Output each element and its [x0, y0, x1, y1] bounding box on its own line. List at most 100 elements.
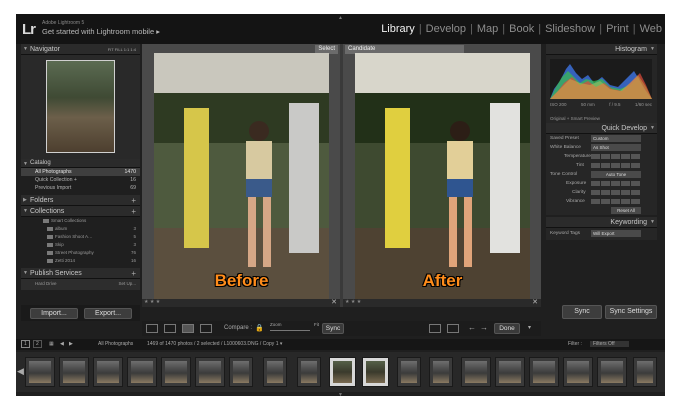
next-arrow-icon[interactable]: → — [480, 323, 488, 332]
filmstrip-source[interactable]: All Photographs — [98, 341, 133, 347]
toolbar-menu-icon[interactable]: ▾ — [528, 324, 531, 331]
quick-develop-header[interactable]: Quick Develop ▼ — [546, 123, 657, 134]
navigator-preview[interactable] — [21, 55, 140, 159]
module-map[interactable]: Map — [474, 23, 501, 35]
saved-preset-select[interactable]: Custom — [591, 135, 641, 142]
candidate-pane[interactable]: Candidate After ★ ★ ★ ✕ — [343, 44, 541, 307]
previous-arrow-icon[interactable]: ← — [468, 323, 476, 332]
histogram-header[interactable]: Histogram ▼ — [546, 44, 657, 55]
add-collection-icon[interactable]: + — [131, 207, 136, 216]
filmstrip-thumb[interactable] — [495, 357, 525, 387]
keywording-header[interactable]: Keywording ▼ — [546, 217, 657, 228]
select-pane[interactable]: Select Before ★ ★ ★ ✕ — [142, 44, 340, 307]
sync-settings-button[interactable]: Sync Settings — [605, 305, 657, 319]
filmstrip-thumb[interactable] — [563, 357, 593, 387]
auto-tone-button[interactable]: Auto Tone — [591, 171, 641, 178]
back-icon[interactable]: ◀ — [60, 341, 64, 347]
filmstrip-thumb[interactable] — [25, 357, 55, 387]
select-photo[interactable]: Before — [154, 53, 329, 300]
filmstrip-thumb[interactable] — [461, 357, 491, 387]
folders-header[interactable]: ▶ Folders + — [21, 195, 140, 206]
navigator-zoom-controls[interactable]: FIT FILL 1:1 1:4 — [108, 47, 136, 52]
collections-header[interactable]: ▼ Collections + — [21, 206, 140, 217]
filmstrip-left-arrow-icon[interactable]: ◀ — [17, 366, 24, 377]
filter-select[interactable]: Filters Off — [590, 341, 629, 347]
candidate-photo[interactable]: After — [355, 53, 530, 300]
module-slideshow[interactable]: Slideshow — [542, 23, 598, 35]
collection-item-album[interactable]: album 3 — [21, 225, 140, 233]
rating-stars[interactable]: ★ ★ ★ — [345, 299, 361, 305]
collection-item-zetti-2014[interactable]: Zetti 2014 16 — [21, 257, 140, 265]
done-button[interactable]: Done — [494, 323, 520, 334]
temperature-stepper[interactable] — [591, 154, 640, 159]
survey-view-icon[interactable] — [200, 324, 212, 333]
filmstrip-thumb[interactable] — [297, 357, 321, 387]
filmstrip-thumb[interactable] — [529, 357, 559, 387]
navigator-header[interactable]: ▼ Navigator FIT FILL 1:1 1:4 — [21, 44, 140, 55]
page-1-button[interactable]: 1 — [21, 340, 30, 348]
filmstrip-thumb-selected[interactable] — [329, 357, 356, 387]
swap-icon[interactable] — [429, 324, 441, 333]
import-button[interactable]: Import... — [30, 308, 78, 319]
collection-item-skip[interactable]: Skip 3 — [21, 241, 140, 249]
collapse-top-panel-icon[interactable]: ▲ — [338, 15, 343, 21]
module-web[interactable]: Web — [637, 23, 665, 35]
filmstrip-thumb[interactable] — [633, 357, 657, 387]
exposure-stepper[interactable] — [591, 181, 640, 186]
catalog-item-previous-import[interactable]: Previous Import 69 — [21, 184, 140, 192]
filmstrip-thumb[interactable] — [429, 357, 453, 387]
publish-setup-link[interactable]: Set Up... — [118, 281, 136, 286]
clarity-stepper[interactable] — [591, 190, 640, 195]
filmstrip-thumb[interactable] — [127, 357, 157, 387]
sync-button[interactable]: Sync — [562, 305, 602, 319]
keywording-title: Keywording — [610, 219, 647, 226]
filmstrip-thumb[interactable] — [161, 357, 191, 387]
grid-view-icon[interactable] — [146, 324, 158, 333]
filmstrip-thumb[interactable] — [397, 357, 421, 387]
page-2-button[interactable]: 2 — [33, 340, 42, 348]
reset-all-button[interactable]: Reset All — [611, 207, 641, 214]
collection-item-fashion-shoot[interactable]: Fashion Shoot A… 5 — [21, 233, 140, 241]
publish-services-header[interactable]: ▼ Publish Services + — [21, 268, 140, 279]
add-publish-service-icon[interactable]: + — [131, 269, 136, 278]
collection-item-street-photography[interactable]: Street Photography 76 — [21, 249, 140, 257]
close-select-icon[interactable]: ✕ — [331, 298, 337, 306]
temperature-label: Temperature — [564, 154, 591, 159]
mobile-promo-link[interactable]: Get started with Lightroom mobile ▸ — [42, 27, 160, 36]
collection-item-smart-collections[interactable]: Smart Collections — [21, 217, 140, 225]
lock-icon[interactable]: 🔒 — [255, 324, 264, 332]
publish-service-hard-drive[interactable]: Hard Drive Set Up... — [21, 279, 140, 290]
filmstrip-thumb[interactable] — [229, 357, 253, 387]
module-book[interactable]: Book — [506, 23, 537, 35]
catalog-item-quick-collection[interactable]: Quick Collection + 16 — [21, 176, 140, 184]
compare-view-icon[interactable] — [182, 324, 194, 333]
keyword-tags-select[interactable]: Will Export — [591, 230, 641, 237]
export-button[interactable]: Export... — [84, 308, 132, 319]
filmstrip-thumb[interactable] — [93, 357, 123, 387]
collapse-bottom-panel-icon[interactable]: ▼ — [338, 392, 343, 396]
tint-stepper[interactable] — [591, 163, 640, 168]
sync-toolbar-button[interactable]: Sync — [322, 323, 344, 334]
vibrance-stepper[interactable] — [591, 199, 640, 204]
close-candidate-icon[interactable]: ✕ — [532, 298, 538, 306]
grid-icon[interactable]: ▦ — [49, 341, 54, 347]
add-folder-icon[interactable]: + — [131, 196, 136, 205]
filmstrip-thumb[interactable] — [597, 357, 627, 387]
catalog-item-all-photographs[interactable]: All Photographs 1470 — [21, 168, 140, 176]
filmstrip-thumb[interactable] — [59, 357, 89, 387]
filmstrip-thumb[interactable] — [263, 357, 287, 387]
rating-stars[interactable]: ★ ★ ★ — [144, 299, 160, 305]
histogram-panel[interactable]: ISO 200 50 mm f / 9.5 1/60 sec — [546, 55, 657, 115]
filmstrip-thumb-selected[interactable] — [362, 357, 389, 387]
loupe-view-icon[interactable] — [164, 324, 176, 333]
filmstrip-thumb[interactable] — [195, 357, 225, 387]
navigator-thumbnail[interactable] — [46, 60, 115, 153]
module-develop[interactable]: Develop — [423, 23, 469, 35]
module-print[interactable]: Print — [603, 23, 632, 35]
white-balance-select[interactable]: As Shot — [591, 144, 641, 151]
make-select-icon[interactable] — [447, 324, 459, 333]
module-library[interactable]: Library — [378, 23, 418, 35]
zoom-slider[interactable] — [270, 330, 310, 331]
catalog-header[interactable]: ▼ Catalog — [21, 159, 140, 168]
forward-icon[interactable]: ▶ — [69, 341, 73, 347]
